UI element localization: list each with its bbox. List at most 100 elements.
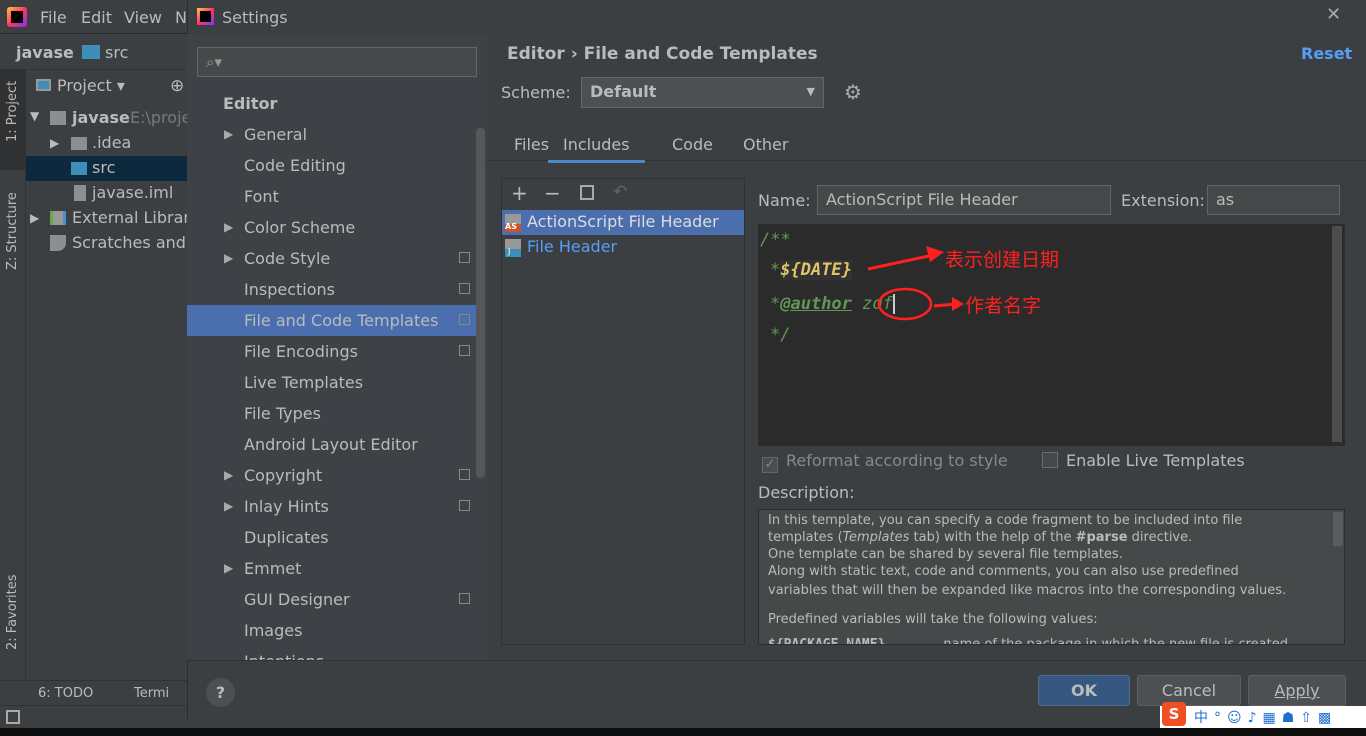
settings-tree-item[interactable]: ▶ General <box>187 119 477 150</box>
editor-scrollbar[interactable] <box>1332 226 1342 442</box>
folder-icon <box>71 137 87 150</box>
settings-tree-item[interactable]: Duplicates <box>187 522 477 553</box>
settings-search-input[interactable]: ⌕▾ <box>197 47 477 77</box>
project-dropdown[interactable]: Project ▾ <box>36 76 125 95</box>
expand-arrow-icon[interactable]: ▶ <box>224 212 233 243</box>
settings-tree: ▶ General Code Editing Font ▶ Color Scheme ▶ Co… <box>187 119 477 660</box>
ide-breadcrumb: javase src <box>0 34 187 70</box>
tree-header-editor: Editor <box>223 94 278 113</box>
description-panel: In this template, you can specify a code… <box>758 509 1345 645</box>
left-tool-strip: 1: Project Z: Structure 2: Favorites <box>0 70 26 680</box>
project-level-icon <box>459 283 470 294</box>
scheme-select[interactable]: Default ▼ <box>581 77 824 108</box>
tab-other[interactable]: Other <box>743 135 788 154</box>
tab-project[interactable]: 1: Project <box>0 70 26 170</box>
author-circle <box>877 287 933 321</box>
menu-view[interactable]: View <box>124 8 162 27</box>
help-button[interactable]: ? <box>206 678 235 707</box>
settings-tree-item[interactable]: ▶ Inlay Hints <box>187 491 477 522</box>
settings-tree-item[interactable]: GUI Designer <box>187 584 477 615</box>
undo-icon[interactable]: ↶ <box>613 182 627 202</box>
settings-breadcrumb: Editor › File and Code Templates <box>507 44 818 64</box>
settings-tree-item[interactable]: Intentions <box>187 646 477 660</box>
tree-row[interactable]: src <box>26 156 187 181</box>
tree-row[interactable]: javase.iml <box>26 181 187 206</box>
templates-list-panel: + − ↶ AS ActionScript File Header J File… <box>501 178 745 645</box>
settings-tree-item[interactable]: Code Editing <box>187 150 477 181</box>
tree-row[interactable]: ▼ javase E:\proje <box>26 106 191 131</box>
settings-tree-item[interactable]: Inspections <box>187 274 477 305</box>
settings-tree-item[interactable]: File and Code Templates <box>187 305 477 336</box>
settings-tree-item[interactable]: File Types <box>187 398 477 429</box>
dialog-titlebar: Settings ✕ <box>188 0 1366 34</box>
settings-tree-item[interactable]: ▶ Color Scheme <box>187 212 477 243</box>
ime-toolbar[interactable]: S 中°☺♪▦☗⇧▩ <box>1160 702 1366 728</box>
tree-scrollbar[interactable] <box>476 128 485 478</box>
apply-button[interactable]: Apply <box>1248 675 1346 706</box>
menu-edit[interactable]: Edit <box>81 8 112 27</box>
locate-icon[interactable]: ⊕ <box>170 76 184 96</box>
expand-arrow-icon[interactable]: ▶ <box>224 553 233 584</box>
tree-row[interactable]: ▶ .idea <box>26 131 187 156</box>
crumb-src[interactable]: src <box>105 43 128 62</box>
settings-tree-item[interactable]: Font <box>187 181 477 212</box>
menu-file[interactable]: File <box>40 8 67 27</box>
expand-arrow-icon[interactable]: ▶ <box>224 243 233 274</box>
close-icon[interactable]: ✕ <box>1326 4 1341 25</box>
copy-icon[interactable] <box>580 185 594 200</box>
actionscript-file-icon: AS <box>505 214 521 232</box>
settings-tree-item[interactable]: File Encodings <box>187 336 477 367</box>
name-input[interactable]: ActionScript File Header <box>817 185 1111 215</box>
scratches-icon <box>50 235 66 251</box>
module-icon <box>50 111 66 125</box>
tab-structure[interactable]: Z: Structure <box>5 192 20 270</box>
template-tabs: Files Includes Code Other <box>487 128 1366 163</box>
expand-arrow-icon[interactable]: ▶ <box>224 119 233 150</box>
intellij-logo <box>7 7 27 27</box>
template-item-actionscript[interactable]: AS ActionScript File Header <box>502 210 744 235</box>
date-arrow <box>867 252 939 271</box>
ime-icons: 中°☺♪▦☗⇧▩ <box>1194 710 1338 726</box>
settings-tree-item[interactable]: Images <box>187 615 477 646</box>
reset-link[interactable]: Reset <box>1301 44 1352 63</box>
java-file-icon: J <box>505 239 521 257</box>
tab-todo[interactable]: 6: TODO <box>38 686 93 701</box>
project-level-icon <box>459 469 470 480</box>
live-templates-checkbox[interactable]: Enable Live Templates <box>1042 451 1245 470</box>
ok-button[interactable]: OK <box>1038 675 1130 706</box>
intellij-logo <box>197 8 214 25</box>
remove-icon[interactable]: − <box>544 181 561 205</box>
settings-tree-item[interactable]: ▶ Emmet <box>187 553 477 584</box>
description-label: Description: <box>758 483 855 502</box>
tab-terminal[interactable]: Termi <box>134 686 169 701</box>
folder-icon <box>82 45 100 59</box>
tab-includes[interactable]: Includes <box>548 135 645 163</box>
reformat-checkbox[interactable]: ✓ Reformat according to style <box>762 451 1008 473</box>
settings-tree-item[interactable]: Android Layout Editor <box>187 429 477 460</box>
description-scrollbar[interactable] <box>1333 512 1343 546</box>
expand-arrow-icon[interactable]: ▶ <box>224 491 233 522</box>
add-icon[interactable]: + <box>511 181 528 205</box>
crumb-javase[interactable]: javase <box>16 43 74 62</box>
gear-icon[interactable]: ⚙ <box>844 80 862 104</box>
settings-tree-panel: ⌕▾ Editor ▶ General Code Editing Font ▶ Color… <box>187 34 487 660</box>
tree-row[interactable]: ▶ External Librari <box>26 206 194 231</box>
expand-arrow-icon[interactable]: ▶ <box>224 460 233 491</box>
taskbar-edge <box>0 728 1366 736</box>
annotation-date: 表示创建日期 <box>945 249 1060 271</box>
layout-icon[interactable] <box>6 710 20 724</box>
extension-input[interactable]: as <box>1207 185 1340 215</box>
template-item-file-header[interactable]: J File Header <box>502 235 744 260</box>
settings-tree-item[interactable]: ▶ Copyright <box>187 460 477 491</box>
extension-label: Extension: <box>1121 191 1205 210</box>
tab-code[interactable]: Code <box>672 135 713 154</box>
menu-navigate[interactable]: N <box>175 8 187 27</box>
tab-favorites[interactable]: 2: Favorites <box>5 574 20 650</box>
settings-tree-item[interactable]: Live Templates <box>187 367 477 398</box>
tab-files[interactable]: Files <box>514 135 549 154</box>
dialog-title: Settings <box>222 8 288 27</box>
settings-tree-item[interactable]: ▶ Code Style <box>187 243 477 274</box>
project-level-icon <box>459 345 470 356</box>
tree-row[interactable]: Scratches and C <box>26 231 202 256</box>
cancel-button[interactable]: Cancel <box>1137 675 1241 706</box>
